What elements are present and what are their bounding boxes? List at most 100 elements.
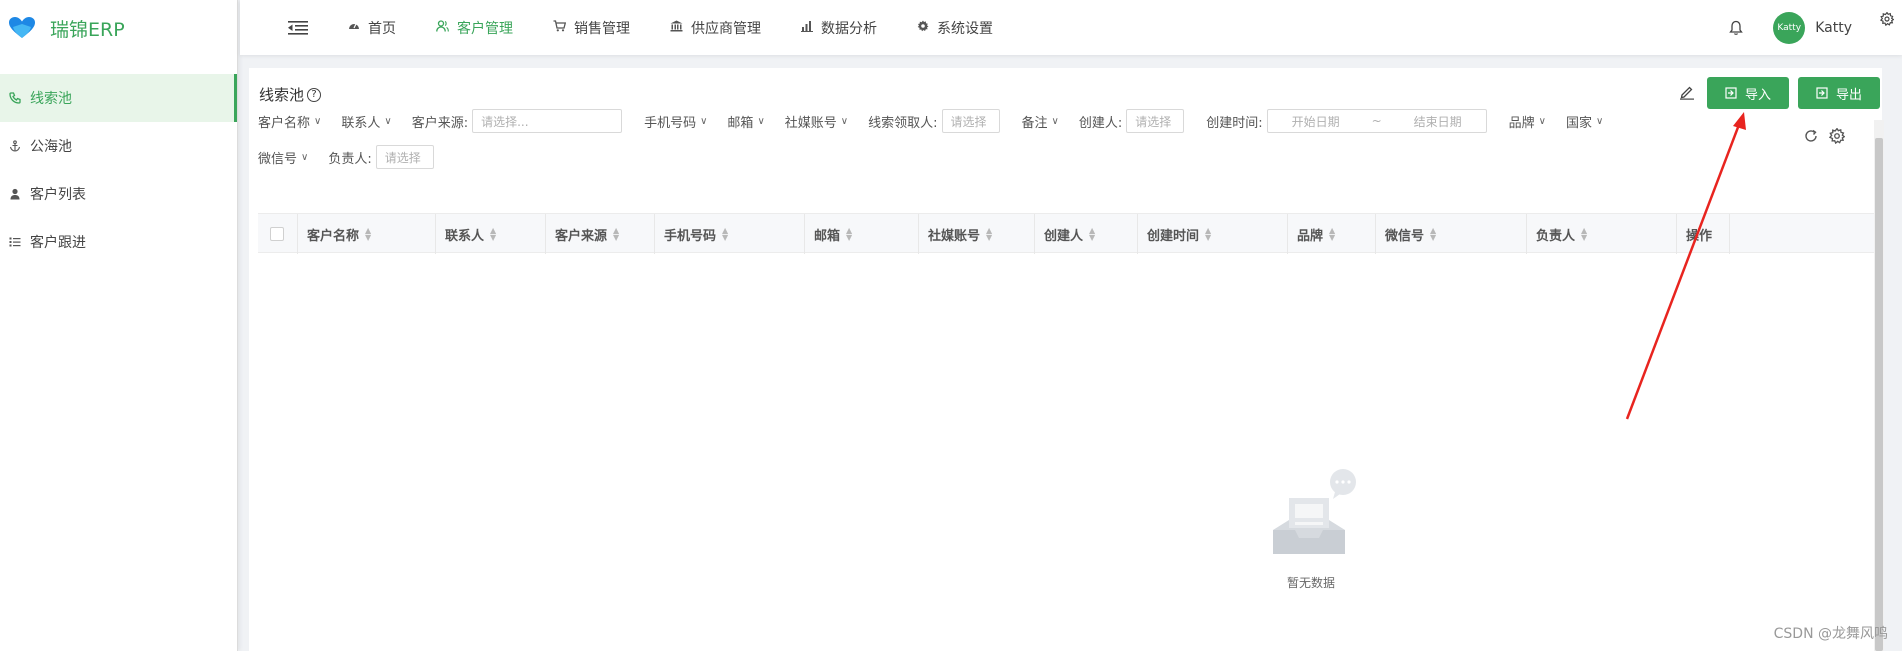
top-right-area: Katty Katty	[1729, 0, 1902, 55]
column-header[interactable]: 品牌 ▲ ▼	[1288, 214, 1376, 254]
username[interactable]: Katty	[1815, 20, 1852, 36]
sidebar-menu: 线索池 公海池 客户列表 客户跟进	[0, 74, 237, 266]
filter-contact[interactable]: 联系人 ∨	[341, 112, 391, 131]
column-label: 社媒账号	[928, 228, 981, 244]
chevron-down-icon: ∨	[700, 115, 708, 127]
filter-label: 备注	[1021, 115, 1048, 131]
filter-social[interactable]: 社媒账号 ∨	[785, 112, 848, 131]
column-settings-icon[interactable]	[1829, 128, 1845, 144]
sort-icon: ▲ ▼	[722, 226, 729, 242]
sidebar-item-label: 线索池	[30, 91, 72, 107]
column-header[interactable]: 邮箱 ▲ ▼	[805, 214, 919, 254]
export-label: 导出	[1835, 87, 1862, 103]
cart-icon	[553, 20, 567, 35]
created-date-range[interactable]: 开始日期 ~ 结束日期	[1266, 109, 1487, 133]
heart-logo-icon	[9, 17, 35, 38]
sort-icon: ▲ ▼	[846, 226, 853, 242]
creator-select[interactable]: 请选择	[1126, 109, 1185, 133]
column-header[interactable]: 负责人 ▲ ▼	[1527, 214, 1677, 254]
bell-icon[interactable]	[1729, 20, 1744, 36]
nav-data-analysis[interactable]: 数据分析	[801, 18, 877, 38]
source-select[interactable]: 请选择...	[472, 109, 623, 133]
column-label: 手机号码	[664, 228, 717, 244]
column-header-actions: 操作	[1677, 214, 1730, 254]
chevron-down-icon: ∨	[1538, 115, 1546, 127]
edit-icon[interactable]	[1679, 84, 1695, 100]
sort-icon: ▲ ▼	[986, 226, 993, 242]
nav-system-settings[interactable]: 系统设置	[917, 18, 993, 38]
top-navbar: 首页 客户管理 销售管理 供应商管理 数据分析 系统设置 Katty Katty	[240, 0, 1902, 55]
import-button[interactable]: 导入	[1707, 77, 1789, 109]
refresh-icon[interactable]	[1803, 128, 1819, 144]
select-all-checkbox[interactable]	[270, 227, 284, 241]
chevron-down-icon: ∨	[384, 115, 392, 127]
column-label: 客户来源	[555, 228, 608, 244]
column-header[interactable]: 社媒账号 ▲ ▼	[919, 214, 1035, 254]
watermark: CSDN @龙舞风鸣	[1773, 626, 1888, 642]
filter-created-time-label: 创建时间:	[1206, 115, 1263, 131]
filter-label: 手机号码	[644, 115, 697, 131]
sidebar: 瑞锦ERP 线索池 公海池 客户列表 客户跟进	[0, 0, 238, 651]
column-header[interactable]: 客户来源 ▲ ▼	[546, 214, 655, 254]
menu-fold-icon[interactable]	[286, 20, 310, 36]
settings-gear-icon[interactable]	[1880, 12, 1894, 26]
nav-customer-management[interactable]: 客户管理	[436, 18, 513, 38]
column-header[interactable]: 联系人 ▲ ▼	[436, 214, 546, 254]
import-label: 导入	[1744, 87, 1771, 103]
column-label: 联系人	[445, 228, 485, 244]
column-header[interactable]: 微信号 ▲ ▼	[1376, 214, 1527, 254]
filter-owner-label: 负责人:	[328, 151, 372, 167]
vertical-scrollbar[interactable]	[1874, 120, 1884, 651]
sidebar-item-customer-list[interactable]: 客户列表	[0, 170, 237, 218]
nav-home[interactable]: 首页	[348, 18, 396, 38]
filter-remark[interactable]: 备注 ∨	[1022, 112, 1059, 131]
filter-wechat[interactable]: 微信号 ∨	[258, 148, 308, 167]
avatar[interactable]: Katty	[1773, 11, 1806, 44]
filter-claimer-label: 线索领取人:	[868, 115, 938, 131]
claimer-select[interactable]: 请选择	[941, 109, 1000, 133]
filter-customer-name[interactable]: 客户名称 ∨	[258, 112, 321, 131]
sidebar-item-customer-followup[interactable]: 客户跟进	[0, 218, 237, 266]
dashboard-icon	[348, 20, 360, 35]
nav-label: 首页	[368, 20, 396, 37]
import-icon	[1725, 87, 1737, 99]
sort-icon: ▲ ▼	[1329, 226, 1336, 242]
column-header[interactable]: 创建时间 ▲ ▼	[1138, 214, 1288, 254]
export-button[interactable]: 导出	[1798, 77, 1880, 109]
nav-label: 系统设置	[937, 20, 993, 37]
scrollbar-thumb[interactable]	[1875, 138, 1883, 651]
sort-icon: ▲ ▼	[1430, 226, 1437, 242]
bar-chart-icon	[801, 20, 813, 35]
filter-email[interactable]: 邮箱 ∨	[727, 112, 764, 131]
end-date-placeholder: 结束日期	[1413, 114, 1462, 129]
owner-select[interactable]: 请选择	[375, 145, 434, 169]
nav-label: 数据分析	[821, 20, 877, 37]
chevron-down-icon: ∨	[314, 115, 322, 127]
filter-country[interactable]: 国家 ∨	[1566, 112, 1603, 131]
filter-label: 社媒账号	[784, 115, 837, 131]
sidebar-item-clue-pool[interactable]: 线索池	[0, 74, 237, 122]
help-icon[interactable]: ?	[307, 87, 322, 102]
logo[interactable]: 瑞锦ERP	[0, 0, 237, 56]
sidebar-item-public-pool[interactable]: 公海池	[0, 122, 237, 170]
sort-icon: ▲ ▼	[365, 226, 372, 242]
nav-sales-management[interactable]: 销售管理	[553, 18, 630, 38]
column-label: 操作	[1686, 228, 1713, 244]
filter-label: 品牌	[1508, 115, 1535, 131]
column-header[interactable]: 创建人 ▲ ▼	[1035, 214, 1138, 254]
filter-brand[interactable]: 品牌 ∨	[1509, 112, 1546, 131]
date-range-separator: ~	[1371, 114, 1382, 128]
sort-icon: ▲ ▼	[490, 226, 497, 242]
filter-creator-label: 创建人:	[1078, 115, 1123, 131]
page-title: 线索池 ?	[259, 84, 322, 105]
column-header[interactable]: 手机号码 ▲ ▼	[655, 214, 805, 254]
filter-source-label: 客户来源:	[411, 115, 469, 131]
sidebar-item-label: 客户跟进	[30, 235, 86, 251]
filter-phone[interactable]: 手机号码 ∨	[644, 112, 707, 131]
chevron-down-icon: ∨	[1051, 115, 1059, 127]
nav-supplier-management[interactable]: 供应商管理	[670, 18, 761, 38]
sidebar-item-label: 公海池	[30, 139, 72, 155]
column-label: 微信号	[1385, 228, 1425, 244]
filter-bar-row-2: 微信号 ∨ 负责人: 请选择	[258, 145, 456, 169]
column-header[interactable]: 客户名称 ▲ ▼	[298, 214, 436, 254]
